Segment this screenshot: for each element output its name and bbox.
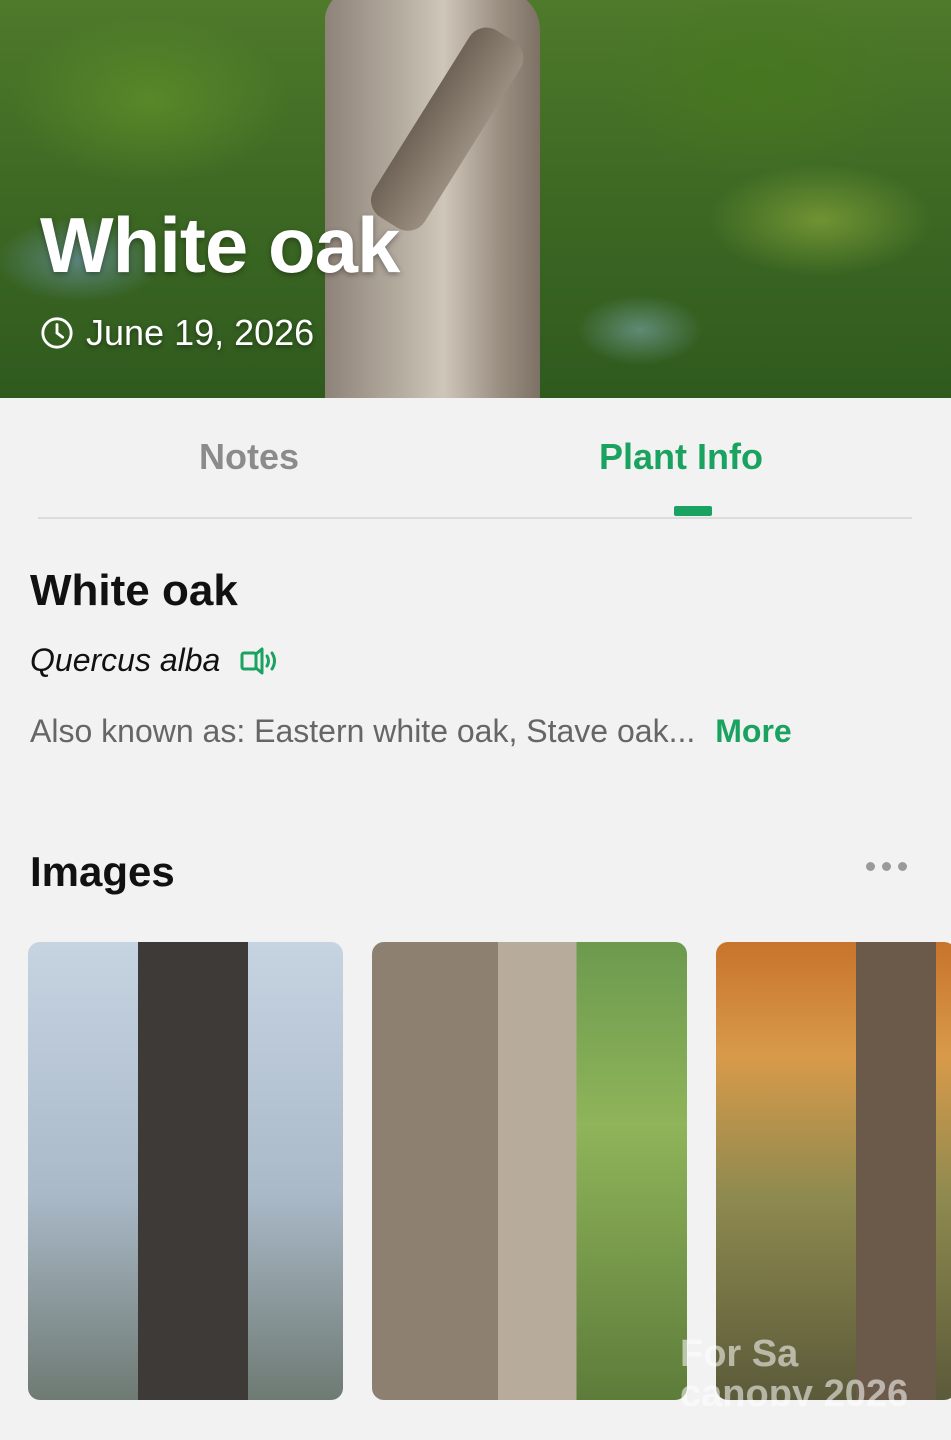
hero-image: White oak June 19, 2026	[0, 0, 951, 398]
image-gallery[interactable]	[0, 942, 951, 1402]
more-horizontal-icon[interactable]	[866, 862, 907, 871]
also-known-as-row: Also known as: Eastern white oak, Stave …	[30, 713, 792, 750]
plant-common-name: White oak	[30, 566, 238, 615]
images-section-title: Images	[30, 848, 175, 895]
gallery-image-1[interactable]	[28, 942, 343, 1400]
bottom-bar	[0, 1406, 951, 1440]
hero-date-text: June 19, 2026	[86, 312, 315, 353]
hero-date: June 19, 2026	[40, 312, 314, 354]
speaker-icon[interactable]	[240, 645, 278, 677]
clock-icon	[41, 317, 73, 349]
tab-bar: Notes Plant Info	[0, 398, 951, 520]
tab-divider	[38, 517, 912, 519]
more-link[interactable]: More	[715, 713, 791, 750]
tab-plant-info[interactable]: Plant Info	[599, 436, 763, 478]
hero-title: White oak	[40, 201, 400, 289]
watermark: For Sa canopy 2026	[680, 1333, 909, 1415]
gallery-image-3[interactable]	[716, 942, 951, 1400]
active-tab-indicator	[674, 506, 712, 516]
tab-notes[interactable]: Notes	[199, 436, 299, 478]
also-known-as-text: Also known as: Eastern white oak, Stave …	[30, 713, 696, 749]
gallery-image-2[interactable]	[372, 942, 687, 1400]
scientific-name-row: Quercus alba	[30, 642, 278, 679]
scientific-name: Quercus alba	[30, 642, 221, 678]
